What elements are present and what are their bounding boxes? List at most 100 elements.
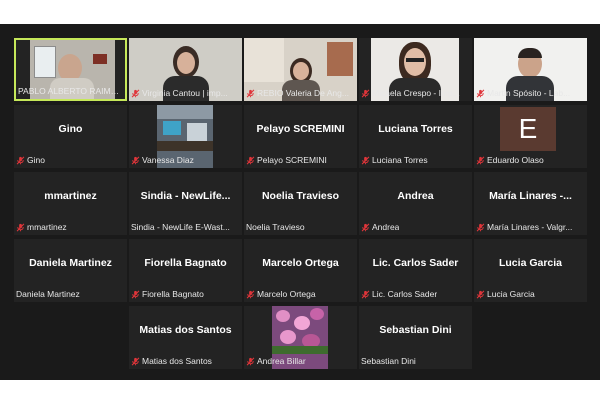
participant-name-label: Lucia Garcia bbox=[476, 289, 585, 299]
participant-name-text: Micaela Crespo - Imp... bbox=[372, 88, 460, 98]
microphone-muted-icon bbox=[131, 89, 140, 97]
participant-name-label: Micaela Crespo - Imp... bbox=[361, 88, 470, 98]
participant-name-label: Pelayo SCREMINI bbox=[246, 155, 355, 165]
participant-name-label: Gino bbox=[16, 155, 125, 165]
participant-display-name: Fiorella Bagnato bbox=[144, 257, 227, 269]
participant-name-text: María Linares - Valgr... bbox=[487, 222, 573, 232]
participant-tile[interactable]: E Eduardo Olaso bbox=[474, 105, 587, 168]
participant-tile[interactable]: PABLO ALBERTO RAIMO... bbox=[14, 38, 127, 101]
microphone-muted-icon bbox=[476, 156, 485, 164]
microphone-muted-icon bbox=[131, 290, 140, 298]
participant-name-label: Andrea Billar bbox=[246, 356, 355, 366]
participant-name-label: REBIO Valeria De Ang... bbox=[246, 88, 355, 98]
participant-name-text: Marcelo Ortega bbox=[257, 289, 316, 299]
participant-name-label: Luciana Torres bbox=[361, 155, 470, 165]
participant-display-name: mmartinez bbox=[44, 190, 97, 202]
participant-display-name: Noelia Travieso bbox=[261, 190, 340, 202]
participant-display-name: Sindia - NewLife... bbox=[140, 190, 231, 202]
microphone-muted-icon bbox=[16, 223, 25, 231]
participant-display-name: Sebastian Dini bbox=[379, 324, 452, 336]
participant-tile[interactable]: Sebastian Dini Sebastian Dini bbox=[359, 306, 472, 369]
participant-name-text: Gino bbox=[27, 155, 45, 165]
participant-display-name: Lic. Carlos Sader bbox=[372, 257, 459, 269]
participant-display-name: Luciana Torres bbox=[378, 123, 453, 135]
participant-tile[interactable]: Vanessa Diaz bbox=[129, 105, 242, 168]
participant-tile[interactable]: Fiorella Bagnato Fiorella Bagnato bbox=[129, 239, 242, 302]
participant-display-name: Gino bbox=[58, 123, 83, 135]
participant-tile[interactable]: mmartinez mmartinez bbox=[14, 172, 127, 235]
participant-name-text: Pelayo SCREMINI bbox=[257, 155, 327, 165]
microphone-muted-icon bbox=[476, 223, 485, 231]
participant-tile[interactable]: Micaela Crespo - Imp... bbox=[359, 38, 472, 101]
microphone-muted-icon bbox=[361, 223, 370, 231]
participant-name-text: mmartinez bbox=[27, 222, 67, 232]
participant-name-label: Eduardo Olaso bbox=[476, 155, 585, 165]
participant-name-label: PABLO ALBERTO RAIMO... bbox=[18, 86, 123, 96]
participant-tile[interactable]: Marcelo Ortega Marcelo Ortega bbox=[244, 239, 357, 302]
participant-tile[interactable]: Lucia Garcia Lucia Garcia bbox=[474, 239, 587, 302]
participant-name-label: Marcelo Ortega bbox=[246, 289, 355, 299]
participant-display-name: Matias dos Santos bbox=[139, 324, 232, 336]
microphone-muted-icon bbox=[361, 290, 370, 298]
microphone-muted-icon bbox=[16, 156, 25, 164]
participant-name-text: Andrea Billar bbox=[257, 356, 306, 366]
participant-grid: PABLO ALBERTO RAIMO... Virginia Cantou |… bbox=[14, 38, 587, 369]
participant-name-text: Lucia Garcia bbox=[487, 289, 535, 299]
participant-display-name: Andrea bbox=[397, 190, 434, 202]
participant-name-text: Matias dos Santos bbox=[142, 356, 212, 366]
microphone-muted-icon bbox=[131, 357, 140, 365]
participant-name-label: Vanessa Diaz bbox=[131, 155, 240, 165]
participant-display-name: María Linares -... bbox=[489, 190, 572, 202]
participant-tile[interactable]: Lic. Carlos Sader Lic. Carlos Sader bbox=[359, 239, 472, 302]
participant-tile[interactable]: Daniela Martinez Daniela Martinez bbox=[14, 239, 127, 302]
participant-tile[interactable]: Gino Gino bbox=[14, 105, 127, 168]
participant-tile[interactable]: Virginia Cantou | imp... bbox=[129, 38, 242, 101]
participant-name-text: Eduardo Olaso bbox=[487, 155, 544, 165]
participant-name-text: Lic. Carlos Sader bbox=[372, 289, 438, 299]
participant-name-text: Daniela Martinez bbox=[16, 289, 80, 299]
microphone-muted-icon bbox=[131, 156, 140, 164]
microphone-muted-icon bbox=[361, 89, 370, 97]
participant-name-text: Virginia Cantou | imp... bbox=[142, 88, 228, 98]
participant-name-text: Martin Spósito - Lab... bbox=[487, 88, 571, 98]
participant-tile[interactable]: Sindia - NewLife... Sindia - NewLife E-Wa… bbox=[129, 172, 242, 235]
participant-name-label: Sebastian Dini bbox=[361, 356, 470, 366]
participant-tile[interactable]: Noelia Travieso Noelia Travieso bbox=[244, 172, 357, 235]
microphone-muted-icon bbox=[246, 89, 255, 97]
participant-name-text: Sindia - NewLife E-Wast... bbox=[131, 222, 230, 232]
participant-name-text: Vanessa Diaz bbox=[142, 155, 194, 165]
participant-tile[interactable]: María Linares -... María Linares - Valgr… bbox=[474, 172, 587, 235]
participant-name-label: Virginia Cantou | imp... bbox=[131, 88, 240, 98]
microphone-muted-icon bbox=[246, 290, 255, 298]
participant-name-label: Sindia - NewLife E-Wast... bbox=[131, 222, 240, 232]
participant-name-text: Sebastian Dini bbox=[361, 356, 416, 366]
microphone-muted-icon bbox=[246, 156, 255, 164]
participant-tile[interactable]: Andrea Billar bbox=[244, 306, 357, 369]
participant-tile[interactable]: Martin Spósito - Lab... bbox=[474, 38, 587, 101]
participant-tile[interactable]: Pelayo SCREMINI Pelayo SCREMINI bbox=[244, 105, 357, 168]
microphone-muted-icon bbox=[476, 290, 485, 298]
avatar: E bbox=[500, 107, 556, 151]
participant-name-text: Noelia Travieso bbox=[246, 222, 305, 232]
participant-name-label: Matias dos Santos bbox=[131, 356, 240, 366]
participant-name-label: Martin Spósito - Lab... bbox=[476, 88, 585, 98]
video-gallery: PABLO ALBERTO RAIMO... Virginia Cantou |… bbox=[0, 24, 600, 380]
participant-name-label: mmartinez bbox=[16, 222, 125, 232]
participant-name-text: PABLO ALBERTO RAIMO... bbox=[18, 86, 123, 96]
participant-name-label: Noelia Travieso bbox=[246, 222, 355, 232]
microphone-muted-icon bbox=[361, 156, 370, 164]
participant-name-label: Fiorella Bagnato bbox=[131, 289, 240, 299]
microphone-muted-icon bbox=[246, 357, 255, 365]
participant-name-text: Fiorella Bagnato bbox=[142, 289, 204, 299]
participant-display-name: Lucia Garcia bbox=[498, 257, 563, 269]
participant-tile[interactable]: Andrea Andrea bbox=[359, 172, 472, 235]
microphone-muted-icon bbox=[476, 89, 485, 97]
participant-tile[interactable]: Matias dos Santos Matias dos Santos bbox=[129, 306, 242, 369]
participant-tile[interactable]: REBIO Valeria De Ang... bbox=[244, 38, 357, 101]
empty-slot bbox=[14, 306, 127, 369]
participant-name-text: Andrea bbox=[372, 222, 400, 232]
participant-name-text: REBIO Valeria De Ang... bbox=[257, 88, 349, 98]
participant-tile[interactable]: Luciana Torres Luciana Torres bbox=[359, 105, 472, 168]
participant-name-label: Daniela Martinez bbox=[16, 289, 125, 299]
participant-display-name: Daniela Martinez bbox=[29, 257, 112, 269]
